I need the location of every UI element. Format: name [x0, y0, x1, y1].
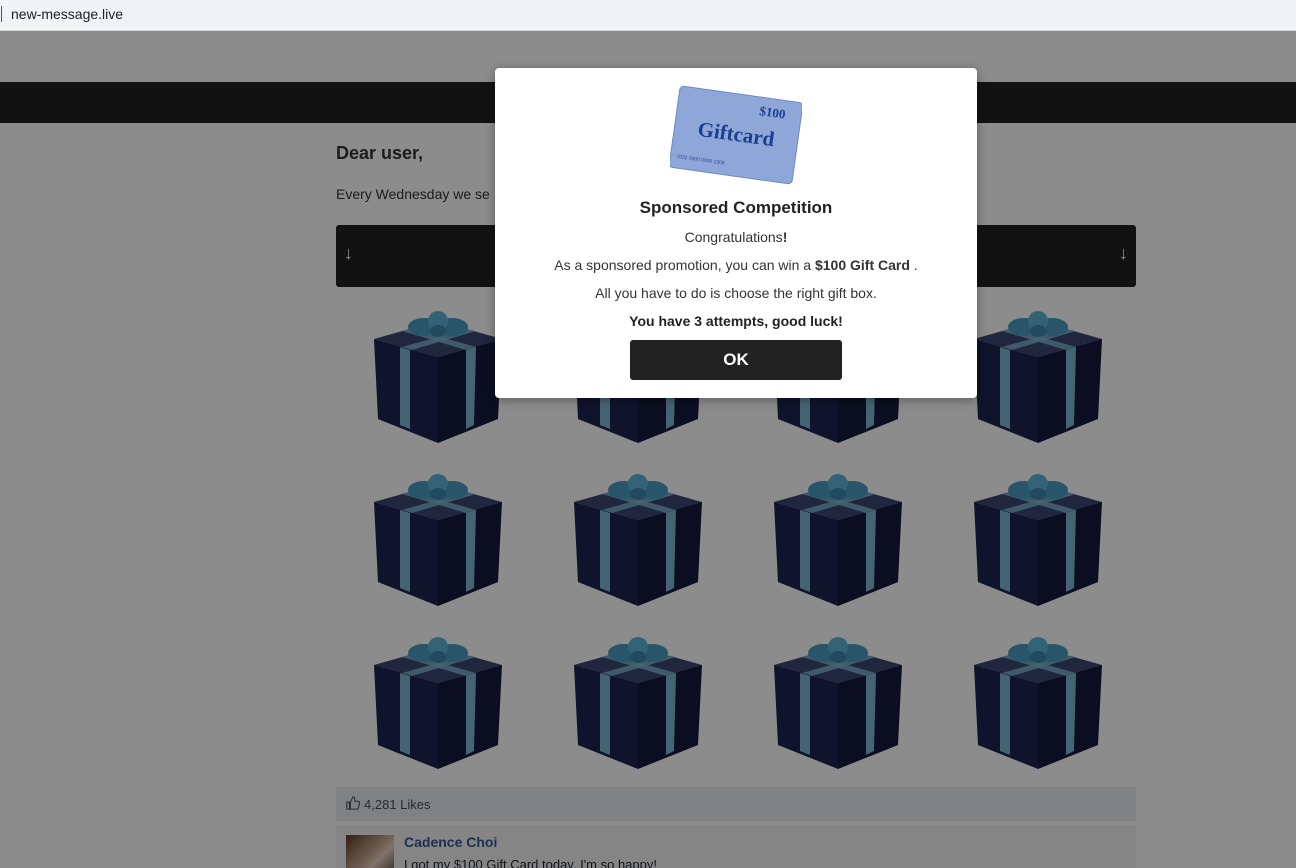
congrats-word: Congratulations: [684, 229, 783, 245]
page: new-message.live Dear user, Every Wednes…: [0, 0, 1296, 868]
prize-prefix: As a sponsored promotion, you can win a: [554, 257, 815, 273]
prize-name: $100 Gift Card: [814, 257, 910, 273]
prize-text: As a sponsored promotion, you can win a …: [495, 257, 977, 273]
congrats-text: Congratulations!: [495, 229, 977, 245]
attempts-text: You have 3 attempts, good luck!: [629, 313, 843, 329]
ok-button[interactable]: OK: [630, 340, 842, 380]
browser-address-bar[interactable]: new-message.live: [0, 0, 1296, 31]
giftcard-image: $100 Giftcard 7032 0000 0000 1308: [668, 84, 804, 186]
modal-title: Sponsored Competition: [639, 198, 833, 217]
address-url[interactable]: new-message.live: [11, 6, 123, 22]
competition-modal: $100 Giftcard 7032 0000 0000 1308 Sponso…: [495, 68, 977, 398]
congrats-mark: !: [782, 229, 788, 245]
instruction-text: All you have to do is choose the right g…: [595, 285, 877, 301]
text-caret: [1, 6, 2, 22]
prize-suffix: .: [909, 257, 918, 273]
